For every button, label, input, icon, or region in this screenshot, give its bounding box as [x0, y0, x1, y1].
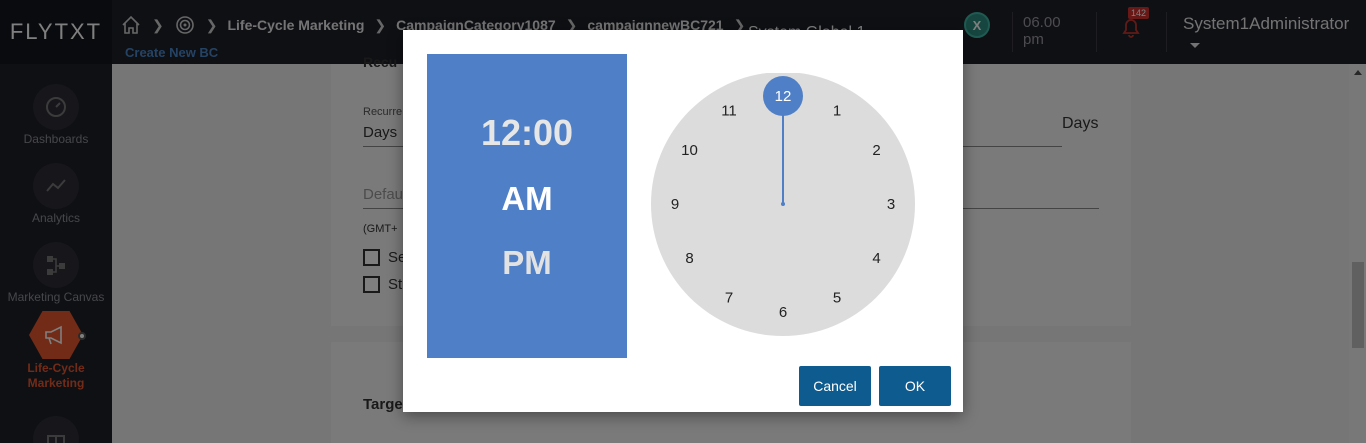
clock-number-11[interactable]: 11	[721, 103, 737, 120]
clock-number-5[interactable]: 5	[833, 290, 841, 307]
clock-number-6[interactable]: 6	[779, 304, 787, 321]
clock-face[interactable]: 121234567891011	[650, 73, 916, 339]
clock-number-3[interactable]: 3	[887, 196, 895, 213]
selected-time[interactable]: 12:00	[427, 112, 627, 154]
time-header-panel: 12:00 AM PM	[427, 54, 627, 358]
clock-number-10[interactable]: 10	[681, 142, 698, 159]
clock-number-9[interactable]: 9	[671, 196, 679, 213]
clock-number-12[interactable]: 12	[775, 88, 792, 105]
clock-center	[781, 202, 785, 206]
am-toggle[interactable]: AM	[427, 180, 627, 218]
clock-number-4[interactable]: 4	[872, 250, 880, 267]
clock-number-2[interactable]: 2	[872, 142, 880, 159]
time-picker-dialog: 12:00 AM PM 12 1 2 3 4 5 6 7 8 9 10 11 Cancel OK	[403, 30, 963, 412]
cancel-button[interactable]: Cancel	[799, 366, 871, 406]
clock-number-1[interactable]: 1	[833, 103, 841, 120]
clock-number-7[interactable]: 7	[725, 290, 733, 307]
clock-number-8[interactable]: 8	[685, 250, 693, 267]
ok-button[interactable]: OK	[879, 366, 951, 406]
pm-toggle[interactable]: PM	[427, 244, 627, 282]
